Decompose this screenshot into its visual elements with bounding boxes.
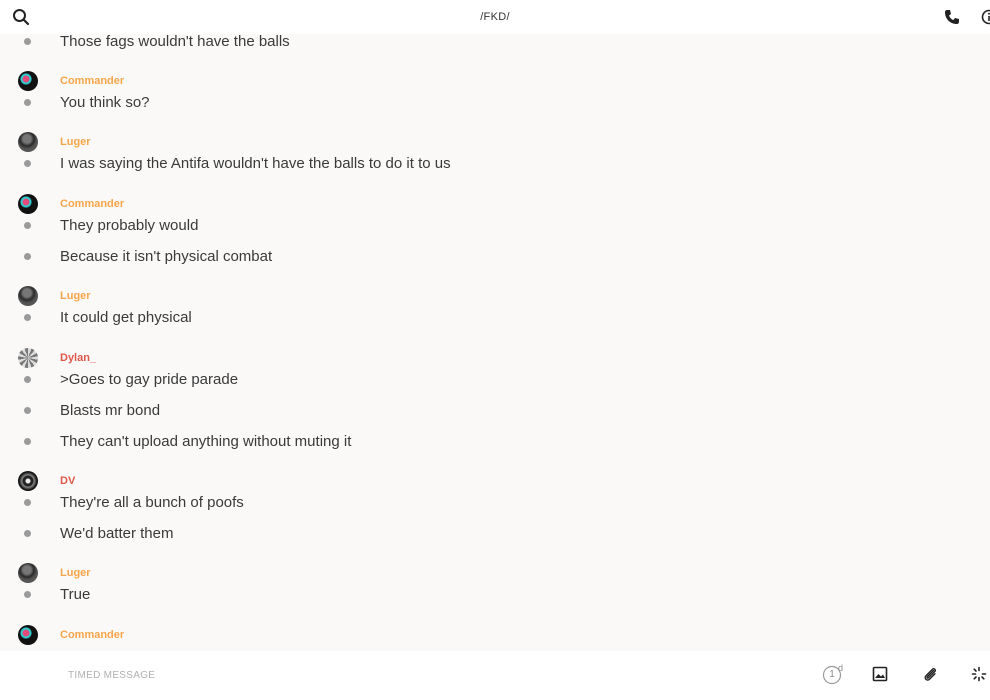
author-name[interactable]: Luger xyxy=(60,136,91,148)
message-text: They can't upload anything without mutin… xyxy=(60,433,352,450)
author-name[interactable]: Dylan_ xyxy=(60,352,96,364)
message-text: I was saying the Antifa wouldn't have th… xyxy=(60,155,451,172)
avatar-luger[interactable] xyxy=(18,132,38,152)
search-icon[interactable] xyxy=(11,7,31,27)
message-bullet xyxy=(24,253,31,260)
message-bullet xyxy=(24,314,31,321)
message-text: >Goes to gay pride parade xyxy=(60,371,239,388)
message-text: Blasts mr bond xyxy=(60,402,161,419)
author-name[interactable]: Luger xyxy=(60,567,91,579)
message-bullet xyxy=(24,499,31,506)
message-text: Those fags wouldn't have the balls xyxy=(60,34,290,50)
message-bullet xyxy=(24,591,31,598)
message-bullet xyxy=(24,222,31,229)
message-text: It could get physical xyxy=(60,309,192,326)
avatar-luger[interactable] xyxy=(18,286,38,306)
image-icon[interactable] xyxy=(872,666,890,684)
avatar-commander[interactable] xyxy=(18,71,38,91)
message-text: Because it isn't physical combat xyxy=(60,248,273,265)
avatar-dv[interactable] xyxy=(18,471,38,491)
conversation-header: /FKD/ xyxy=(0,0,990,34)
message-bullet xyxy=(24,38,31,45)
author-name[interactable]: DV xyxy=(60,475,75,487)
message-bullet xyxy=(24,160,31,167)
message-bullet xyxy=(24,530,31,537)
phone-icon[interactable] xyxy=(943,8,961,26)
message-text: They're all a bunch of poofs xyxy=(60,494,244,511)
author-name[interactable]: Commander xyxy=(60,75,124,87)
avatar-luger[interactable] xyxy=(18,563,38,583)
sparkle-icon[interactable] xyxy=(971,666,989,684)
avatar-commander[interactable] xyxy=(18,625,38,645)
avatar-commander[interactable] xyxy=(18,194,38,214)
message-text: They probably would xyxy=(60,217,199,234)
message-text: You think so? xyxy=(60,94,150,111)
author-name[interactable]: Luger xyxy=(60,290,91,302)
author-name[interactable]: Commander xyxy=(60,198,124,210)
conversation-title: /FKD/ xyxy=(480,11,510,23)
message-bullet xyxy=(24,438,31,445)
message-text: True xyxy=(60,586,91,603)
timer-unit[interactable]: d xyxy=(838,663,843,673)
message-bullet xyxy=(24,99,31,106)
attachment-icon[interactable] xyxy=(922,666,940,684)
message-list[interactable]: Those fags wouldn't have the balls Comma… xyxy=(0,34,990,651)
message-input[interactable]: TIMED MESSAGE xyxy=(68,670,155,681)
avatar-dylan[interactable] xyxy=(18,348,38,368)
author-name[interactable]: Commander xyxy=(60,629,124,641)
message-bullet xyxy=(24,407,31,414)
info-icon[interactable] xyxy=(980,8,990,26)
message-bullet xyxy=(24,376,31,383)
message-text: We'd batter them xyxy=(60,525,174,542)
